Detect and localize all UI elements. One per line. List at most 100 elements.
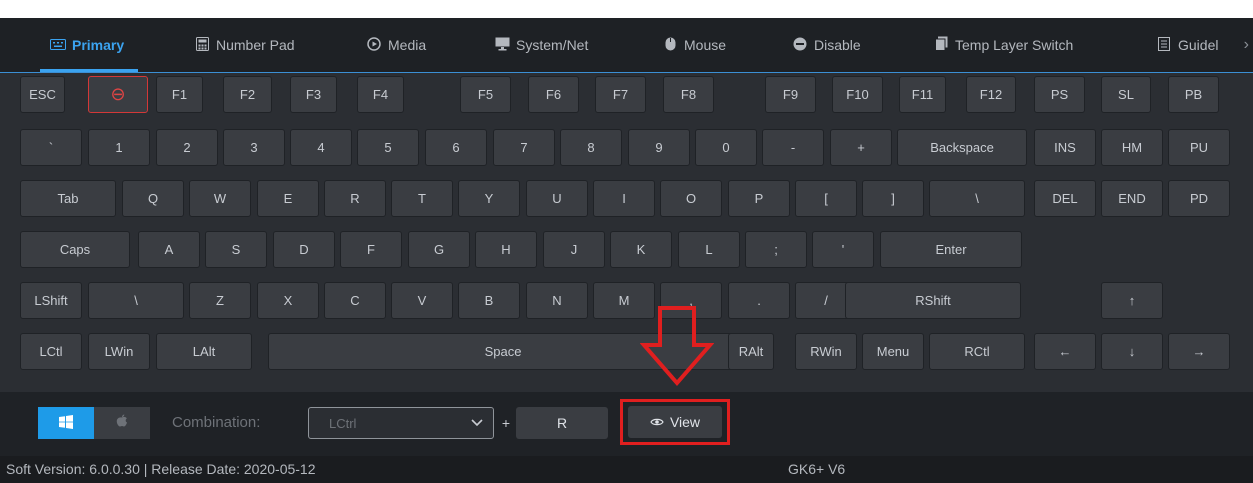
key-symbol[interactable]: ` (20, 129, 82, 166)
key-g[interactable]: G (408, 231, 470, 268)
tabs-scroll-right[interactable]: › (1244, 18, 1249, 72)
key-rctl[interactable]: RCtl (929, 333, 1025, 370)
key-q[interactable]: Q (122, 180, 184, 217)
key-caps[interactable]: Caps (20, 231, 130, 268)
key-h[interactable]: H (475, 231, 537, 268)
key-3[interactable]: 3 (223, 129, 285, 166)
modifier-select[interactable]: LCtrl (308, 407, 494, 439)
key-end[interactable]: END (1101, 180, 1163, 217)
key-z[interactable]: Z (189, 282, 251, 319)
key-n[interactable]: N (526, 282, 588, 319)
key-4[interactable]: 4 (290, 129, 352, 166)
tab-system-net[interactable]: System/Net (494, 18, 588, 72)
key-k[interactable]: K (610, 231, 672, 268)
key-symbol[interactable]: ' (812, 231, 874, 268)
key-c[interactable]: C (324, 282, 386, 319)
key-ps[interactable]: PS (1034, 76, 1085, 113)
key-del[interactable]: DEL (1034, 180, 1096, 217)
key-f5[interactable]: F5 (460, 76, 511, 113)
key-f6[interactable]: F6 (528, 76, 579, 113)
key-lctl[interactable]: LCtl (20, 333, 82, 370)
key-symbol[interactable]: ; (745, 231, 807, 268)
key-t[interactable]: T (391, 180, 453, 217)
key-ralt[interactable]: RAlt (728, 333, 774, 370)
key-s[interactable]: S (205, 231, 267, 268)
key-pb[interactable]: PB (1168, 76, 1219, 113)
key-f3[interactable]: F3 (290, 76, 337, 113)
combination-key[interactable]: R (516, 407, 608, 439)
key-v[interactable]: V (391, 282, 453, 319)
key-f1[interactable]: F1 (156, 76, 203, 113)
key-ins[interactable]: INS (1034, 129, 1096, 166)
key-f9[interactable]: F9 (765, 76, 816, 113)
key-u[interactable]: U (526, 180, 588, 217)
key-y[interactable]: Y (458, 180, 520, 217)
key-w[interactable]: W (189, 180, 251, 217)
tab-guide[interactable]: Guidel (1156, 18, 1218, 72)
key-f11[interactable]: F11 (899, 76, 946, 113)
windows-os-button[interactable] (38, 407, 94, 439)
tab-disable[interactable]: Disable (792, 18, 861, 72)
tab-number-pad[interactable]: Number Pad (194, 18, 295, 72)
key-f8[interactable]: F8 (663, 76, 714, 113)
key-0[interactable]: 0 (695, 129, 757, 166)
key-p[interactable]: P (728, 180, 790, 217)
key-menu[interactable]: Menu (862, 333, 924, 370)
key-e[interactable]: E (257, 180, 319, 217)
key-j[interactable]: J (543, 231, 605, 268)
key-esc[interactable]: ESC (20, 76, 65, 113)
key-i[interactable]: I (593, 180, 655, 217)
key-symbol[interactable]: ↓ (1101, 333, 1163, 370)
key-o[interactable]: O (660, 180, 722, 217)
key-lshift[interactable]: LShift (20, 282, 82, 319)
key-a[interactable]: A (138, 231, 200, 268)
key-f7[interactable]: F7 (595, 76, 646, 113)
key-7[interactable]: 7 (493, 129, 555, 166)
key-5[interactable]: 5 (357, 129, 419, 166)
key-x[interactable]: X (257, 282, 319, 319)
key-9[interactable]: 9 (628, 129, 690, 166)
tab-mouse[interactable]: Mouse (662, 18, 726, 72)
key-symbol[interactable]: . (728, 282, 790, 319)
key-symbol[interactable]: ] (862, 180, 924, 217)
key-rshift[interactable]: RShift (845, 282, 1021, 319)
key-enter[interactable]: Enter (880, 231, 1022, 268)
key-pu[interactable]: PU (1168, 129, 1230, 166)
view-button[interactable]: View (620, 399, 730, 445)
key-pd[interactable]: PD (1168, 180, 1230, 217)
key-l[interactable]: L (678, 231, 740, 268)
key-rwin[interactable]: RWin (795, 333, 857, 370)
key-d[interactable]: D (273, 231, 335, 268)
key-b[interactable]: B (458, 282, 520, 319)
key-f12[interactable]: F12 (966, 76, 1016, 113)
key-symbol[interactable]: [ (795, 180, 857, 217)
key-r[interactable]: R (324, 180, 386, 217)
key-hm[interactable]: HM (1101, 129, 1163, 166)
key-1[interactable]: 1 (88, 129, 150, 166)
key-f4[interactable]: F4 (357, 76, 404, 113)
key-lalt[interactable]: LAlt (156, 333, 252, 370)
play-circle-icon (366, 36, 382, 54)
key-sl[interactable]: SL (1101, 76, 1151, 113)
key-2[interactable]: 2 (156, 129, 218, 166)
key-symbol[interactable]: - (762, 129, 824, 166)
key-f[interactable]: F (340, 231, 402, 268)
key-backspace[interactable]: Backspace (897, 129, 1027, 166)
tab-temp-layer-switch[interactable]: Temp Layer Switch (933, 18, 1073, 72)
key-symbol[interactable]: ↑ (1101, 282, 1163, 319)
tab-media[interactable]: Media (366, 18, 426, 72)
key-symbol[interactable]: \ (929, 180, 1025, 217)
tab-primary[interactable]: Primary (39, 18, 139, 72)
key-6[interactable]: 6 (425, 129, 487, 166)
key-symbol[interactable]: → (1168, 333, 1230, 370)
mac-os-button[interactable] (94, 407, 150, 439)
key-symbol[interactable]: + (830, 129, 892, 166)
key-8[interactable]: 8 (560, 129, 622, 166)
key-f10[interactable]: F10 (832, 76, 883, 113)
key-lwin[interactable]: LWin (88, 333, 150, 370)
key-disable[interactable]: ⊖ (88, 76, 148, 113)
key-symbol[interactable]: \ (88, 282, 184, 319)
key-tab[interactable]: Tab (20, 180, 116, 217)
key-symbol[interactable]: ← (1034, 333, 1096, 370)
key-f2[interactable]: F2 (223, 76, 272, 113)
